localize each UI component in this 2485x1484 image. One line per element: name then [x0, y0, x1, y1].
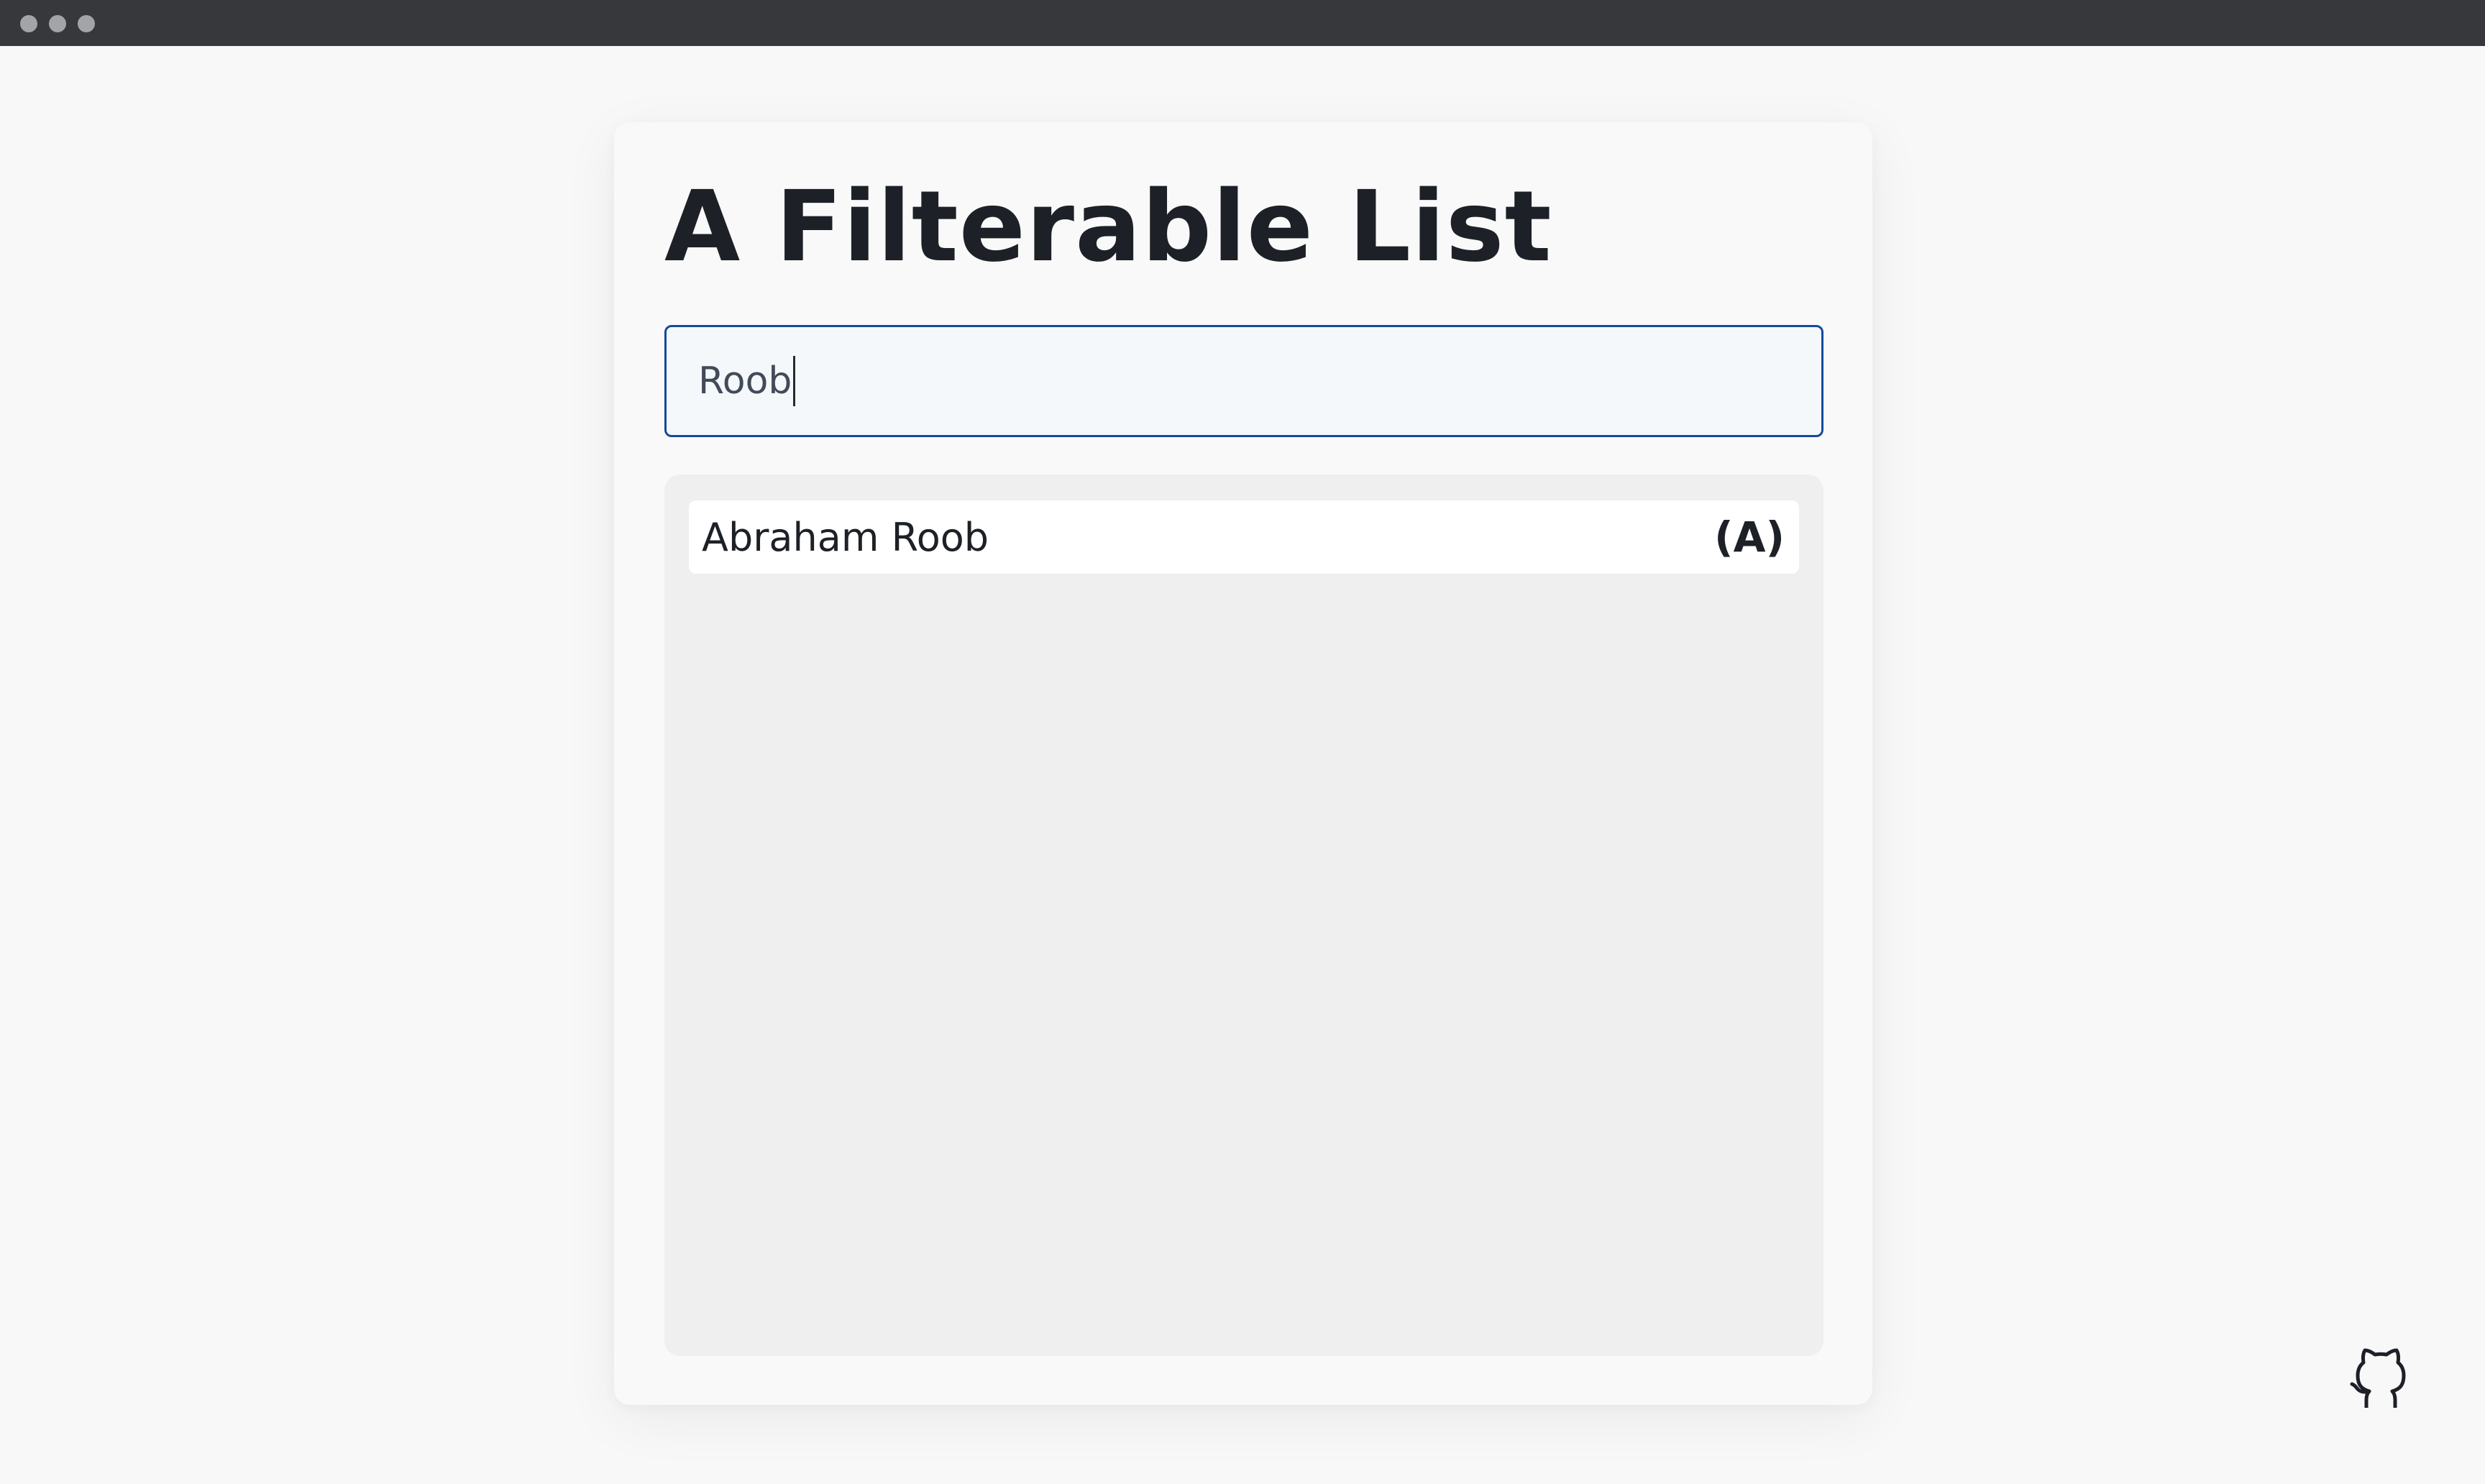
search-input[interactable]: Roob: [664, 325, 1823, 437]
window-dot-icon[interactable]: [49, 15, 66, 32]
filtered-list: Abraham Roob (A): [664, 475, 1823, 1356]
search-input-value: Roob: [698, 359, 792, 403]
window-dot-icon[interactable]: [20, 15, 37, 32]
list-item-name: Abraham Roob: [702, 514, 989, 560]
window-titlebar: [0, 0, 2485, 46]
filterable-list-card: A Filterable List Roob Abraham Roob (A): [614, 122, 1872, 1405]
list-item-badge: (A): [1714, 513, 1785, 562]
window-dot-icon[interactable]: [78, 15, 95, 32]
text-caret: [793, 356, 796, 406]
github-icon[interactable]: [2348, 1343, 2413, 1410]
list-item[interactable]: Abraham Roob (A): [689, 500, 1799, 574]
page-title: A Filterable List: [664, 170, 1552, 284]
